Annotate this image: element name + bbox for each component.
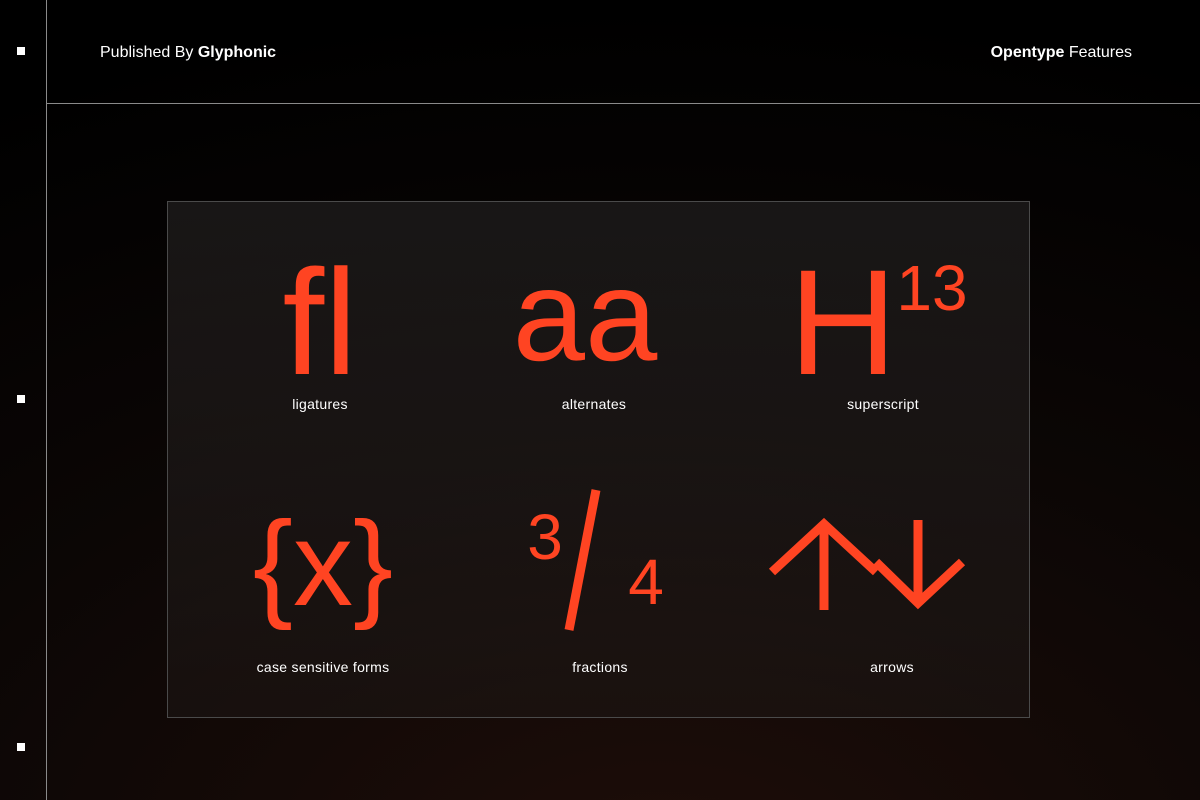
feature-label-ligatures: ligatures: [292, 396, 348, 412]
fraction-denominator-glyph: 4: [628, 546, 664, 618]
alternates-glyph: aa: [513, 242, 658, 388]
superscript-exponent-glyph: 13: [896, 252, 967, 324]
section-title-rest: Features: [1068, 44, 1132, 61]
section-title: Opentype Features: [991, 44, 1132, 62]
feature-label-alternates: alternates: [561, 396, 627, 412]
fraction-numerator-glyph: 3: [527, 501, 563, 573]
glyph-showcase: fl aa H 13 {x} 3 4: [253, 238, 968, 631]
feature-label-arrows: arrows: [870, 659, 914, 675]
rail-marker-bottom: [17, 743, 25, 751]
feature-label-case-sensitive-forms: case sensitive forms: [256, 659, 390, 675]
header-divider: [46, 103, 1200, 104]
publisher-name: Glyphonic: [197, 44, 277, 61]
feature-label-superscript: superscript: [847, 396, 919, 412]
feature-label-fractions: fractions: [572, 659, 628, 675]
fraction-slash-glyph: [564, 489, 601, 631]
rail-marker-top: [17, 47, 25, 55]
rail-marker-middle: [17, 395, 25, 403]
ligature-glyph: fl: [283, 238, 358, 406]
published-prefix: Published By: [100, 44, 194, 61]
superscript-base-glyph: H: [789, 238, 897, 406]
arrow-up-icon: [768, 517, 880, 610]
features-panel: fl aa H 13 {x} 3 4 ligatures alternates …: [167, 201, 1030, 718]
section-title-bold: Opentype: [990, 44, 1065, 61]
arrow-down-icon: [872, 520, 966, 610]
left-rail-line: [46, 0, 47, 800]
case-sensitive-glyph: {x}: [253, 497, 393, 631]
publisher-credit: Published By Glyphonic: [100, 44, 276, 62]
